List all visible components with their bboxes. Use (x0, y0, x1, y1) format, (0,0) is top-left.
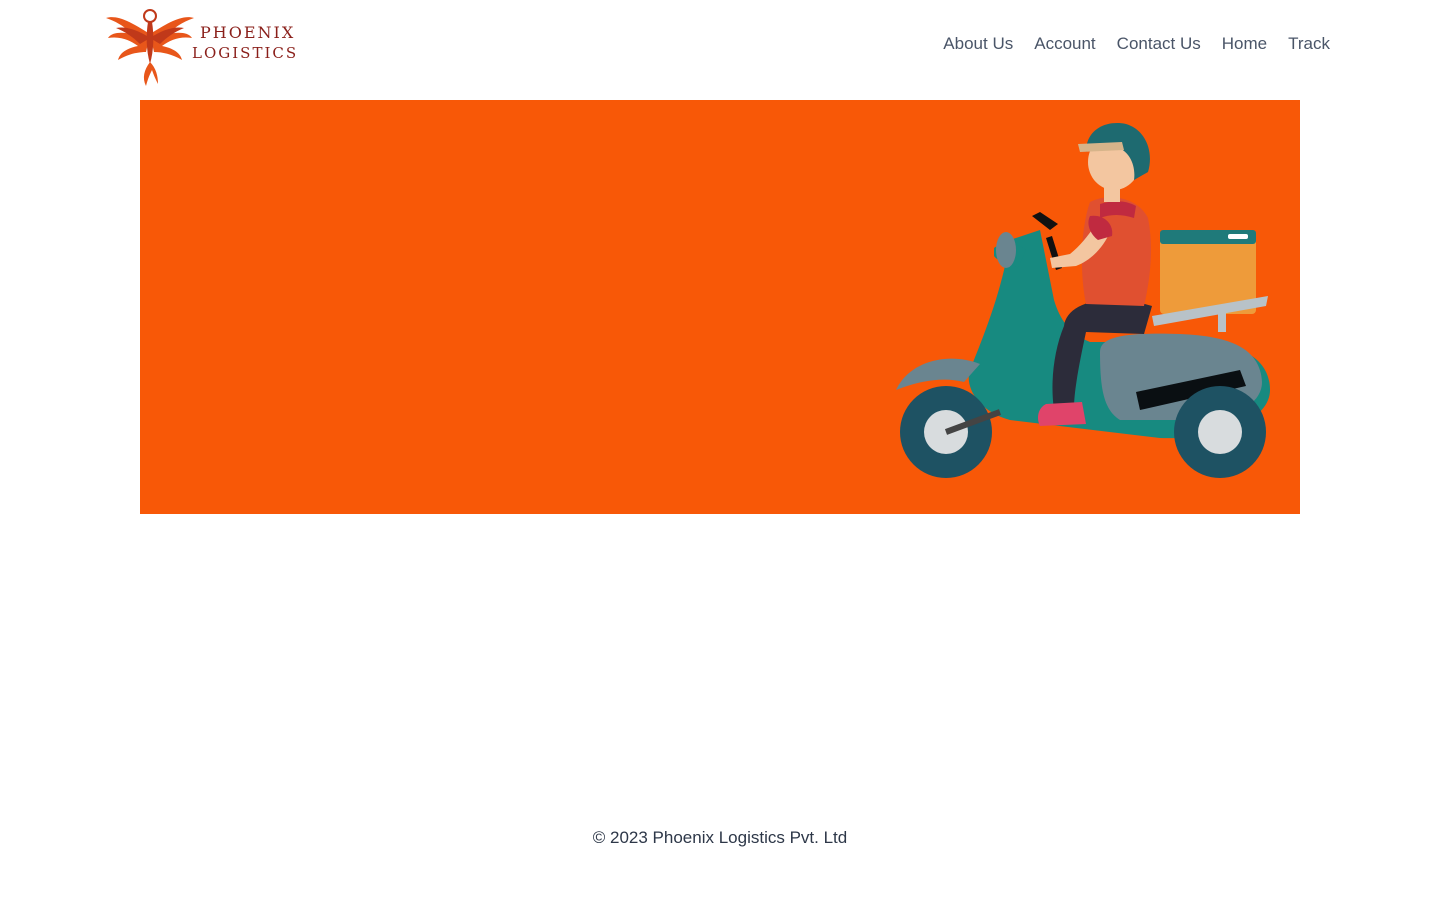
site-logo[interactable]: PHOENIX LOGISTICS (104, 4, 296, 86)
nav-home[interactable]: Home (1222, 33, 1267, 55)
logo-wordmark: PHOENIX LOGISTICS (192, 22, 298, 64)
delivery-scooter-illustration (896, 123, 1270, 478)
site-header: PHOENIX LOGISTICS About Us Account Conta… (0, 0, 1440, 100)
logo-line-1: PHOENIX (200, 23, 296, 42)
site-footer: © 2023 Phoenix Logistics Pvt. Ltd (0, 828, 1440, 848)
hero-banner (140, 100, 1300, 514)
copyright-text: © 2023 Phoenix Logistics Pvt. Ltd (592, 828, 848, 847)
logo-line-2: LOGISTICS (192, 44, 299, 62)
nav-about-us[interactable]: About Us (943, 33, 1013, 55)
main-nav: About Us Account Contact Us Home Track (943, 33, 1330, 55)
phoenix-bird-icon (106, 9, 194, 86)
nav-contact-us[interactable]: Contact Us (1117, 33, 1201, 55)
nav-track[interactable]: Track (1288, 33, 1330, 55)
nav-account[interactable]: Account (1034, 33, 1095, 55)
